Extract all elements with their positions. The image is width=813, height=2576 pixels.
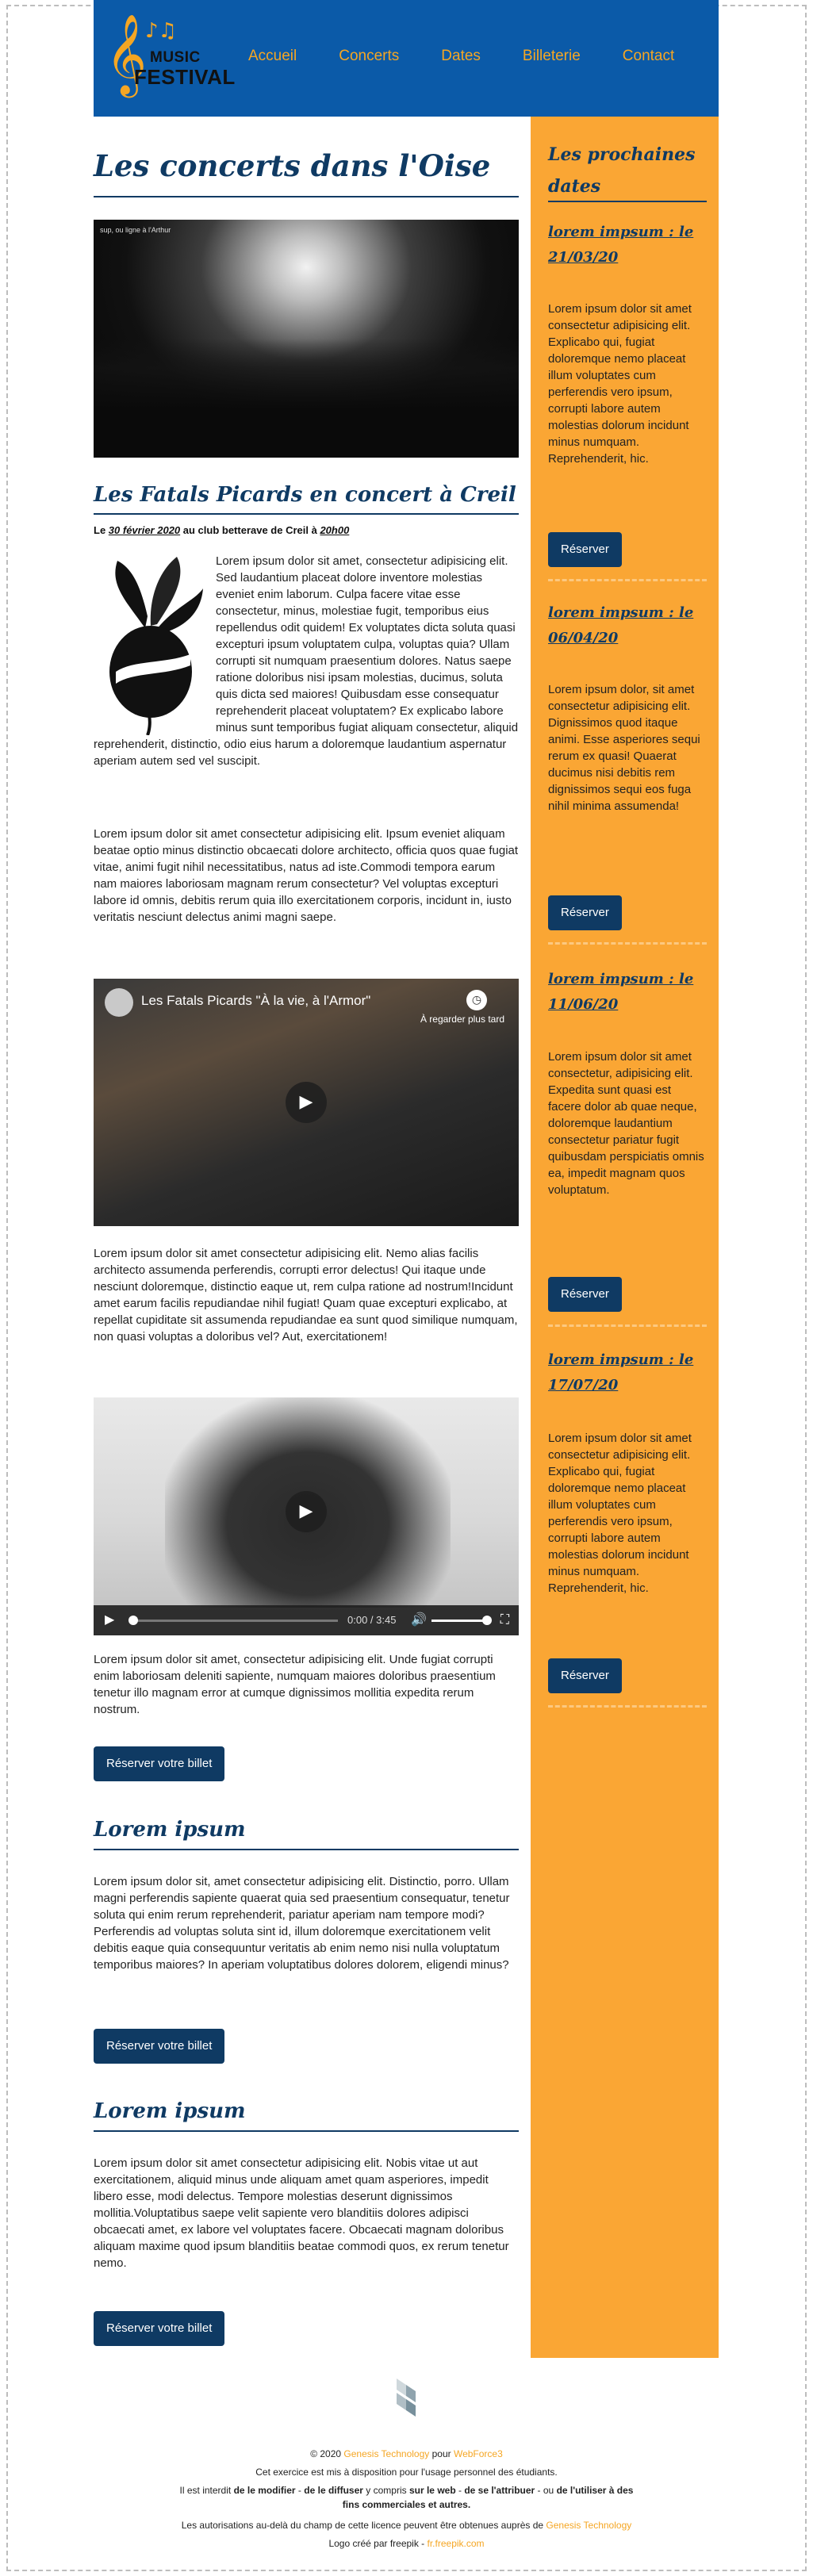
event-2-text: Lorem ipsum dolor, sit amet consectetur …	[548, 683, 700, 813]
article2-divider	[94, 1849, 519, 1850]
site-header: 𝄞 ♪♫ MUSIC FESTIVAL Accueil Concerts Dat…	[94, 0, 719, 117]
article1-divider	[94, 513, 519, 515]
video-controls: ▶ 0:00 / 3:45 🔊 ⛶	[94, 1605, 519, 1635]
l4-prefix: Les autorisations au-delà du champ de ce…	[181, 2520, 546, 2531]
meta-middle: au club betterave de Creil à	[180, 524, 320, 536]
progress-knob[interactable]	[128, 1616, 138, 1625]
article2-text: Lorem ipsum dolor sit, amet consectetur …	[94, 1875, 510, 1972]
article1-meta: Le 30 février 2020 au club betterave de …	[94, 524, 349, 536]
event-2-title: lorem impsum : le 06/04/20	[548, 604, 694, 646]
l3d: de le diffuser	[304, 2485, 363, 2496]
meta-date: 30 février 2020	[108, 524, 181, 536]
main-nav: Accueil Concerts Dates Billeterie Contac…	[248, 48, 674, 65]
l3f: sur le web	[408, 2485, 456, 2496]
event-4-text: Lorem ipsum dolor sit amet consectetur a…	[548, 1432, 692, 1595]
footer-line3: Il est interdit de le modifier - de le d…	[174, 2483, 639, 2512]
volume-knob[interactable]	[482, 1616, 492, 1625]
reserve-ticket-button-1[interactable]: Réserver votre billet	[94, 1746, 225, 1781]
beetroot-icon	[109, 557, 203, 735]
copy-prefix: © 2020	[310, 2448, 344, 2459]
event-2-reserve-button[interactable]: Réserver	[548, 895, 622, 930]
l3b: de le modifier	[233, 2485, 296, 2496]
l4-company-link[interactable]: Genesis Technology	[546, 2520, 631, 2531]
logo-text-bottom: FESTIVAL	[134, 65, 236, 89]
article1-paragraph4: Lorem ipsum dolor sit amet, consectetur …	[94, 1653, 496, 1716]
play-icon[interactable]: ▶	[286, 1491, 327, 1532]
article3-divider	[94, 2130, 519, 2132]
freepik-link[interactable]: fr.freepik.com	[428, 2538, 485, 2549]
article1-title: Les Fatals Picards en concert à Creil	[94, 483, 516, 507]
event-4-title: lorem impsum : le 17/07/20	[548, 1351, 694, 1393]
nav-dates[interactable]: Dates	[441, 48, 481, 65]
article3-title: Lorem ipsum	[94, 2099, 246, 2123]
l3e: y compris	[362, 2485, 409, 2496]
l3i: - ou	[535, 2485, 557, 2496]
event-separator	[548, 1705, 707, 1708]
footer-line4: Les autorisations au-delà du champ de ce…	[0, 2518, 813, 2532]
video-time: 0:00 / 3:45	[347, 1614, 397, 1626]
upcoming-dates-sidebar: Les prochaines dates lorem impsum : le 2…	[531, 117, 719, 2358]
l3h: de se l'attribuer	[464, 2485, 535, 2496]
footer-line5: Logo créé par freepik - fr.freepik.com	[0, 2536, 813, 2551]
event-4-reserve-button[interactable]: Réserver	[548, 1658, 622, 1693]
image-caption: sup, ou ligne à l'Arthur	[100, 226, 171, 234]
logo-text-top: MUSIC	[150, 49, 201, 66]
genesis-logo-icon	[397, 2379, 416, 2417]
l3g: -	[455, 2485, 465, 2496]
music-notes-icon: ♪♫	[145, 19, 177, 43]
event-3-title: lorem impsum : le 11/06/20	[548, 971, 694, 1013]
footer-copyright: © 2020 Genesis Technology pour WebForce3	[0, 2447, 813, 2461]
meta-time: 20h00	[320, 524, 350, 536]
article3-text: Lorem ipsum dolor sit amet consectetur a…	[94, 2156, 509, 2270]
l3a: Il est interdit	[179, 2485, 234, 2496]
company-link[interactable]: Genesis Technology	[343, 2448, 429, 2459]
nav-accueil[interactable]: Accueil	[248, 48, 297, 65]
event-separator	[548, 942, 707, 945]
article2-title: Lorem ipsum	[94, 1818, 246, 1842]
volume-icon[interactable]: 🔊	[411, 1612, 427, 1627]
youtube-video-player[interactable]: Les Fatals Picards "À la vie, à l'Armor"…	[94, 979, 519, 1226]
article1-paragraph2: Lorem ipsum dolor sit amet consectetur a…	[94, 827, 519, 924]
event-3-reserve-button[interactable]: Réserver	[548, 1277, 622, 1312]
sidebar-divider	[548, 201, 707, 202]
play-pause-icon[interactable]: ▶	[105, 1612, 114, 1627]
fullscreen-icon[interactable]: ⛶	[500, 1612, 509, 1627]
crowd-silhouette	[94, 339, 519, 458]
event-1-title: lorem impsum : le 21/03/20	[548, 224, 694, 266]
l5-prefix: Logo créé par freepik -	[328, 2538, 428, 2549]
article1-paragraph1-block: Lorem ipsum dolor sit amet, consectetur …	[94, 553, 519, 815]
reserve-ticket-button-3[interactable]: Réserver votre billet	[94, 2311, 225, 2346]
copy-mid: pour	[429, 2448, 454, 2459]
play-icon[interactable]: ▶	[286, 1082, 327, 1123]
article1-paragraph3: Lorem ipsum dolor sit amet consectetur a…	[94, 1247, 518, 1344]
reserve-ticket-button-2[interactable]: Réserver votre billet	[94, 2029, 225, 2064]
sidebar-title: Les prochaines dates	[548, 144, 696, 197]
meta-prefix: Le	[94, 524, 109, 536]
event-separator	[548, 579, 707, 581]
page-title: Les concerts dans l'Oise	[94, 148, 491, 183]
l3c: -	[295, 2485, 305, 2496]
watch-later-icon[interactable]: ◷	[466, 990, 487, 1010]
event-1-reserve-button[interactable]: Réserver	[548, 532, 622, 567]
watch-later-label: À regarder plus tard	[420, 1014, 504, 1025]
event-1-text: Lorem ipsum dolor sit amet consectetur a…	[548, 302, 692, 466]
video-title[interactable]: Les Fatals Picards "À la vie, à l'Armor"	[141, 993, 370, 1009]
title-divider	[94, 196, 519, 197]
volume-track[interactable]	[431, 1620, 487, 1622]
nav-contact[interactable]: Contact	[623, 48, 674, 65]
event-separator	[548, 1324, 707, 1327]
channel-avatar[interactable]	[105, 988, 133, 1017]
client-link[interactable]: WebForce3	[454, 2448, 503, 2459]
nav-billeterie[interactable]: Billeterie	[523, 48, 581, 65]
progress-track[interactable]	[132, 1620, 338, 1622]
nav-concerts[interactable]: Concerts	[339, 48, 399, 65]
footer-line2: Cet exercice est mis à disposition pour …	[255, 2467, 558, 2478]
event-3-text: Lorem ipsum dolor sit amet consectetur, …	[548, 1050, 704, 1197]
html5-video-player[interactable]: ▶ ▶ 0:00 / 3:45 🔊 ⛶	[94, 1397, 519, 1635]
festival-logo[interactable]: 𝄞 ♪♫ MUSIC FESTIVAL	[105, 14, 240, 94]
concert-crowd-image: sup, ou ligne à l'Arthur	[94, 220, 519, 458]
